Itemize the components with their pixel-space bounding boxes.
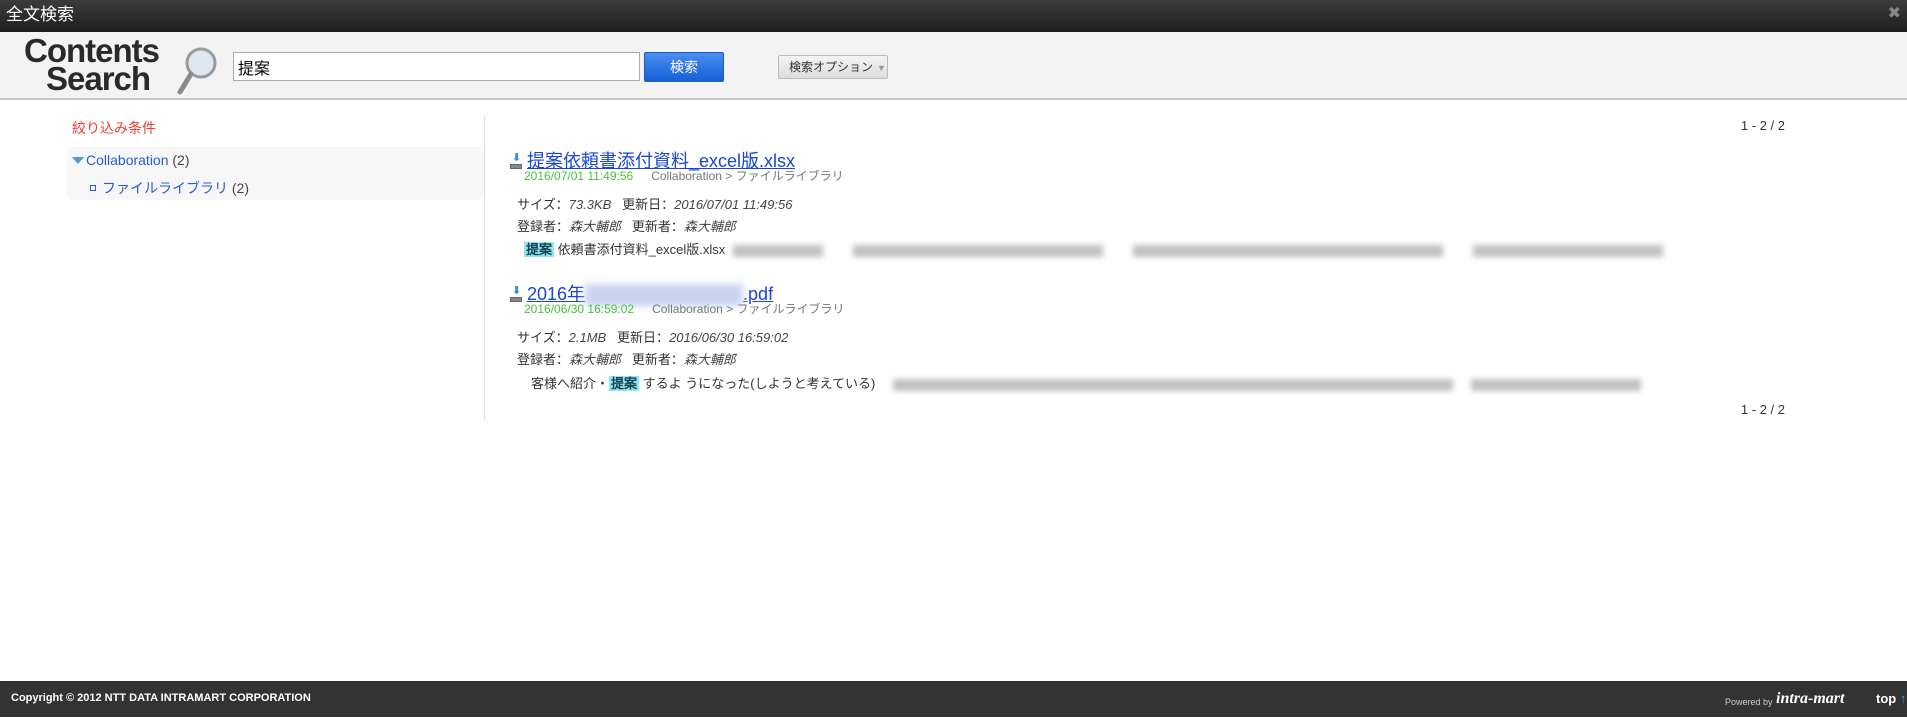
footer: Copyright © 2012 NTT DATA INTRAMART CORP… xyxy=(0,681,1907,717)
download-icon[interactable]: ⬇ xyxy=(510,286,523,302)
intra-mart-logo: intra-mart xyxy=(1776,690,1845,707)
result-path: Collaboration > ファイルライブラリ xyxy=(652,302,845,316)
powered-by: Powered by xyxy=(1725,697,1773,707)
pagination-bottom: 1 - 2 / 2 xyxy=(1740,402,1785,417)
result-size-line: サイズ：73.3KB 更新日：2016/07/01 11:49:56 xyxy=(517,197,793,212)
arrow-up-icon: ↑ xyxy=(1899,691,1907,706)
filter-label[interactable]: Collaboration xyxy=(86,152,169,168)
filter-tree: Collaboration (2) ファイルライブラリ (2) xyxy=(67,147,484,200)
search-button[interactable]: 検索 xyxy=(644,52,724,82)
search-input[interactable] xyxy=(233,52,640,81)
result-date: 2016/07/01 11:49:56 xyxy=(524,169,634,183)
search-options-label: 検索オプション xyxy=(789,60,874,74)
title-bar: 全文検索 ✖ xyxy=(0,0,1907,32)
result-snippet: 提案 依頼書添付資料_excel版.xlsx xyxy=(524,239,1664,258)
magnifier-icon xyxy=(177,47,217,95)
result-size-line: サイズ：2.1MB 更新日：2016/06/30 16:59:02 xyxy=(517,330,789,345)
search-options-button[interactable]: 検索オプション ▼ xyxy=(778,55,888,79)
square-bullet-icon xyxy=(90,185,96,191)
expand-triangle-icon[interactable] xyxy=(72,157,84,164)
filter-count: (2) xyxy=(172,152,190,168)
snippet-highlight: 提案 xyxy=(609,376,640,391)
back-to-top-link[interactable]: top ↑ xyxy=(1876,691,1906,706)
filter-item-collaboration[interactable]: Collaboration (2) xyxy=(72,152,190,168)
filter-item-file-library[interactable]: ファイルライブラリ (2) xyxy=(90,178,249,198)
logo-line2: Search xyxy=(46,60,151,97)
download-icon[interactable]: ⬇ xyxy=(510,153,523,169)
result-path: Collaboration > ファイルライブラリ xyxy=(651,169,844,183)
result-user-line: 登録者：森大輔郎 更新者：森大輔郎 xyxy=(517,352,736,367)
snippet-highlight: 提案 xyxy=(524,242,555,257)
pagination-top: 1 - 2 / 2 xyxy=(1740,118,1785,133)
filter-label[interactable]: ファイルライブラリ xyxy=(102,180,228,196)
close-icon[interactable]: ✖ xyxy=(1888,6,1901,22)
window-title: 全文検索 xyxy=(6,5,74,24)
result-snippet: 客様へ紹介・ 提案 するよ うになった(しようと考えている) xyxy=(531,373,1642,392)
result-date: 2016/06/30 16:59:02 xyxy=(524,302,635,316)
result-user-line: 登録者：森大輔郎 更新者：森大輔郎 xyxy=(517,219,736,234)
filter-count: (2) xyxy=(231,180,250,196)
filter-title: 絞り込み条件 xyxy=(72,120,156,136)
column-divider xyxy=(484,116,485,420)
chevron-down-icon: ▼ xyxy=(877,63,886,73)
search-header: Contents Search 検索 検索オプション▼ xyxy=(0,32,1907,100)
contents-search-logo: Contents Search xyxy=(22,34,222,96)
copyright: Copyright © 2012 NTT DATA INTRAMART CORP… xyxy=(11,692,311,704)
